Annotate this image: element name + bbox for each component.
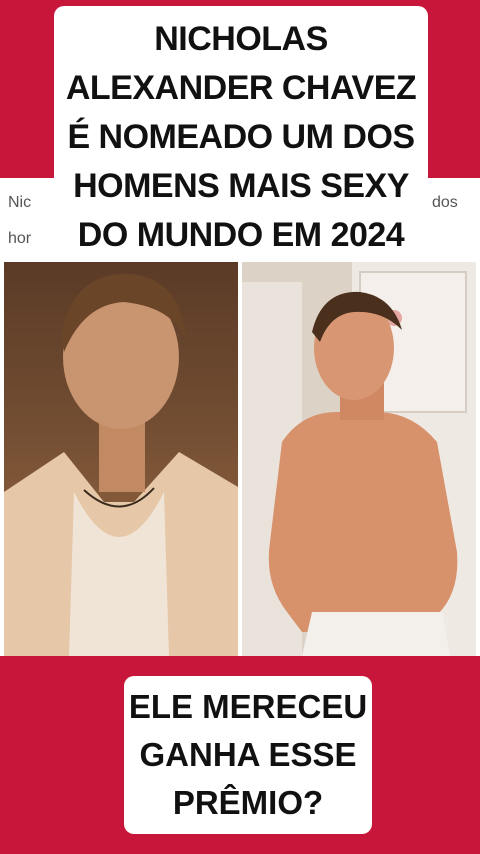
person-illustration-left bbox=[4, 273, 238, 656]
article-text-fragment: dos bbox=[432, 194, 458, 211]
question-line: PRÊMIO? bbox=[172, 784, 324, 821]
question-line: GANHA ESSE bbox=[139, 736, 357, 773]
article-text-fragment: hor bbox=[8, 230, 32, 247]
person-illustration-right bbox=[242, 262, 476, 656]
headline-box: NICHOLAS ALEXANDER CHAVEZ É NOMEADO UM D… bbox=[54, 6, 428, 254]
question-box: ELE MERECEU GANHA ESSE PRÊMIO? bbox=[124, 676, 372, 834]
portrait-photo-left bbox=[4, 262, 238, 656]
headline-line: NICHOLAS bbox=[154, 20, 328, 58]
article-text-fragment: Nic bbox=[8, 194, 32, 211]
headline-line: ALEXANDER CHAVEZ bbox=[65, 69, 417, 107]
question-line: ELE MERECEU bbox=[128, 688, 368, 725]
headline-line: DO MUNDO EM 2024 bbox=[77, 216, 405, 254]
headline-line: HOMENS MAIS SEXY bbox=[73, 167, 409, 205]
shirtless-photo-right bbox=[242, 262, 476, 656]
headline-line: É NOMEADO UM DOS bbox=[67, 118, 415, 156]
